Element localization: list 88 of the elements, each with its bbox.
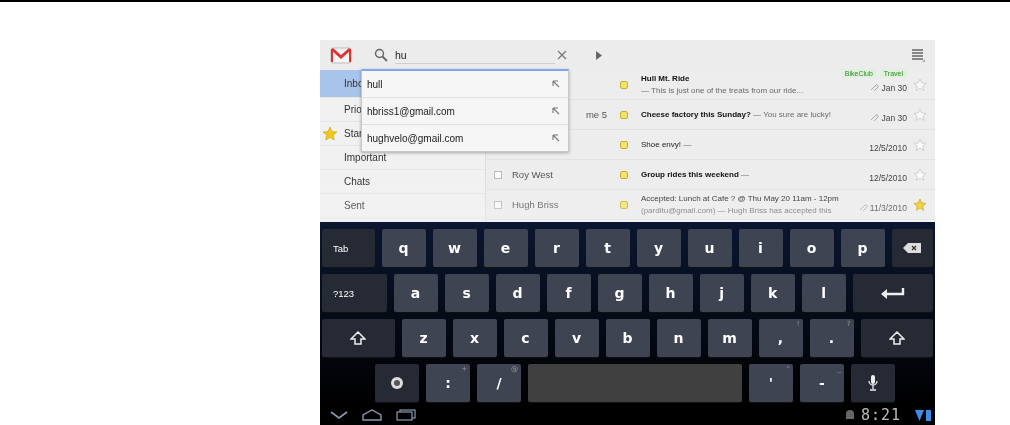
keyboard-key[interactable]: g	[597, 274, 642, 312]
email-subject: Cheese factory this Sunday?	[641, 109, 751, 119]
play-icon[interactable]	[596, 50, 602, 60]
sender-name: Roy West	[512, 169, 553, 180]
star-icon[interactable]	[913, 107, 927, 122]
keyboard-key[interactable]	[375, 364, 419, 402]
keyboard-key[interactable]: u	[687, 229, 732, 267]
microphone-icon	[868, 375, 878, 391]
checkbox[interactable]	[494, 170, 502, 179]
gmail-logo[interactable]	[330, 45, 352, 65]
keyboard-key[interactable]: h	[648, 274, 693, 312]
star-icon[interactable]	[913, 167, 927, 182]
keyboard-key[interactable]: k	[750, 274, 795, 312]
keyboard-key[interactable]	[852, 274, 933, 312]
keyboard-key[interactable]: m	[707, 319, 752, 357]
keyboard-key[interactable]: o	[789, 229, 834, 267]
arrow-icon[interactable]	[552, 134, 560, 142]
keyboard-key[interactable]: d	[495, 274, 540, 312]
clock-time: 8:21	[860, 406, 901, 424]
email-snippet: (parditu@gmail.com) — Hugh Briss has accepted this	[641, 205, 832, 215]
email-snippet: —	[683, 139, 692, 149]
keyboard-key[interactable]: x	[452, 319, 497, 357]
search-field[interactable]: hu	[395, 46, 555, 64]
email-subject: Accepted: Lunch at Cafe ? @ Thu May 20 11am - 12pm	[641, 193, 839, 203]
keyboard-key[interactable]: e	[483, 229, 528, 267]
keyboard-key[interactable]: Tab	[322, 229, 375, 267]
keyboard-key[interactable]: w	[432, 229, 477, 267]
email-date: Jan 30	[881, 82, 907, 93]
recent-apps-icon[interactable]	[396, 409, 416, 421]
email-date: Jan 30	[881, 112, 907, 123]
keyboard-key[interactable]	[891, 229, 933, 267]
close-icon[interactable]	[557, 50, 567, 60]
sender-name: me 5	[585, 109, 607, 120]
keyboard-key[interactable]: c	[503, 319, 548, 357]
wifi-icon	[915, 409, 924, 421]
keyboard-key[interactable]: r	[534, 229, 579, 267]
keyboard-key[interactable]: i	[738, 229, 783, 267]
email-snippet: — You sure are lucky!	[753, 109, 831, 119]
email-subject: Group rides this weekend	[641, 169, 739, 179]
suggestion-item[interactable]: hbriss1@gmail.com	[362, 98, 568, 125]
email-date: 12/5/2010	[869, 142, 907, 153]
checkbox[interactable]	[494, 200, 502, 209]
shift-icon	[888, 331, 905, 345]
email-snippet: — This is just one of the treats from our ride...	[641, 85, 804, 95]
arrow-icon[interactable]	[552, 107, 560, 115]
keyboard-key[interactable]: n	[656, 319, 701, 357]
keyboard-key[interactable]: f	[546, 274, 591, 312]
keyboard-key[interactable]: p	[840, 229, 885, 267]
search-icon[interactable]	[374, 48, 388, 62]
suggestion-item[interactable]: hull	[362, 71, 568, 98]
android-icon	[844, 409, 855, 421]
keyboard-key[interactable]: t	[585, 229, 630, 267]
keyboard-key[interactable]	[860, 319, 933, 357]
keyboard-key[interactable]: v	[554, 319, 599, 357]
home-icon[interactable]	[362, 409, 382, 421]
keyboard-key[interactable]: a	[393, 274, 438, 312]
keyboard-key[interactable]: l	[801, 274, 846, 312]
keyboard-key[interactable]: y	[636, 229, 681, 267]
email-date: 12/5/2010	[869, 172, 907, 183]
enter-icon	[880, 287, 905, 299]
email-subject: Hull Mt. Ride	[641, 73, 690, 83]
keyboard-key[interactable]	[851, 364, 895, 402]
keyboard-key[interactable]: ?123	[322, 274, 387, 312]
keyboard-key[interactable]: s	[444, 274, 489, 312]
settings-icon	[390, 376, 404, 390]
star-icon[interactable]	[913, 137, 927, 152]
sidebar-item[interactable]: Chats	[320, 170, 485, 194]
keyboard-key[interactable]: z	[401, 319, 446, 357]
email-snippet: —	[741, 169, 750, 179]
email-subject: Shoe envy!	[641, 139, 682, 149]
sidebar-item[interactable]: Sent	[320, 194, 485, 218]
shift-icon	[350, 331, 367, 345]
star-icon[interactable]	[913, 197, 927, 212]
keyboard-key[interactable]	[322, 319, 395, 357]
keyboard-key[interactable]: q	[381, 229, 426, 267]
backspace-icon	[903, 243, 922, 253]
keyboard-key[interactable]: b	[605, 319, 650, 357]
star-icon[interactable]	[913, 77, 927, 92]
sender-name: Hugh Briss	[512, 199, 559, 210]
email-row[interactable]: Hugh Briss Accepted: Lunch at Cafe ? @ Thu May 20 11am - 12pm (parditu@gmail.com) — Hugh Briss has accepted this 11/3/2010	[486, 190, 935, 220]
battery-icon	[926, 409, 931, 421]
keyboard-key[interactable]: j	[699, 274, 744, 312]
menu-icon[interactable]	[911, 48, 925, 62]
back-icon[interactable]	[330, 411, 348, 419]
email-row[interactable]: Roy West Group rides this weekend — 12/5/2010	[486, 160, 935, 190]
star-icon	[322, 126, 338, 141]
email-date: 11/3/2010	[869, 202, 907, 213]
arrow-icon[interactable]	[552, 80, 560, 88]
